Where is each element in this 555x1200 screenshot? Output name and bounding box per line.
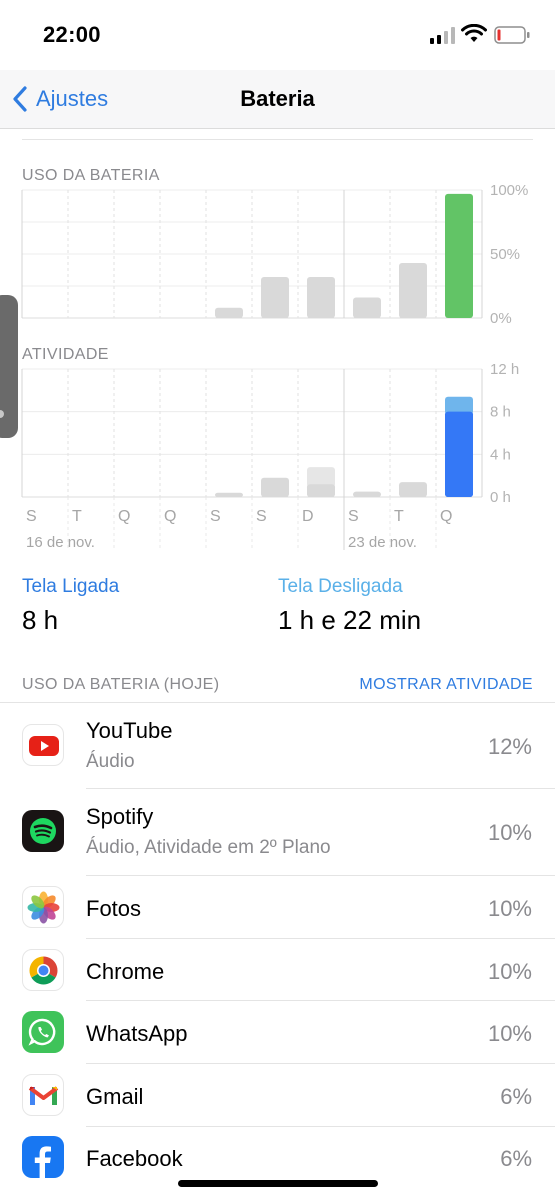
- app-percentage: 6%: [500, 1146, 532, 1171]
- app-name: WhatsApp: [86, 1021, 188, 1046]
- x-day-label: Q: [118, 508, 130, 525]
- show-activity-button[interactable]: MOSTRAR ATIVIDADE: [359, 676, 533, 694]
- screen-off-value: 1 h e 22 min: [278, 605, 422, 635]
- whatsapp-icon: [22, 1011, 64, 1053]
- activity-y-tick-label: 12 h: [490, 361, 519, 378]
- activity-y-tick-label: 8 h: [490, 404, 511, 421]
- facebook-icon: [22, 1136, 64, 1178]
- app-name: Facebook: [86, 1146, 183, 1171]
- x-day-label: S: [26, 508, 37, 525]
- x-day-label: S: [210, 508, 221, 525]
- app-percentage: 10%: [487, 820, 532, 845]
- activity-bar-screen-on: [353, 491, 381, 497]
- battery-bar: [307, 277, 335, 318]
- activity-y-tick-label: 4 h: [490, 446, 511, 463]
- photos-icon: [22, 886, 64, 928]
- youtube-icon: [22, 724, 64, 766]
- activity-bar-screen-on: [399, 482, 427, 497]
- x-day-label: D: [302, 508, 314, 525]
- app-row-chrome[interactable]: Chrome 10%: [0, 939, 555, 1001]
- x-date-label: 23 de nov.: [348, 534, 417, 551]
- app-subtitle: Áudio: [86, 751, 135, 772]
- activity-bar-screen-on: [307, 484, 335, 497]
- battery-bar: [215, 307, 243, 318]
- app-percentage: 10%: [487, 1021, 532, 1046]
- activity-bar-screen-on: [445, 411, 473, 497]
- gmail-icon: [22, 1074, 64, 1116]
- app-row-fotos[interactable]: Fotos 10%: [0, 876, 555, 938]
- screen-on-label: Tela Ligada: [22, 576, 120, 597]
- app-row-spotify[interactable]: Spotify Áudio, Atividade em 2º Plano 10%: [0, 789, 555, 875]
- battery-y-tick-label: 50%: [490, 246, 520, 263]
- battery-bar: [261, 277, 289, 318]
- spotify-icon: [22, 810, 64, 852]
- battery-y-tick-label: 100%: [490, 182, 528, 199]
- x-day-label: T: [72, 508, 82, 525]
- screen-on-value: 8 h: [22, 605, 59, 635]
- activity-bar-screen-on: [261, 477, 289, 497]
- app-name: YouTube: [86, 718, 173, 743]
- x-day-label: T: [394, 508, 404, 525]
- screen-off-label: Tela Desligada: [278, 576, 403, 597]
- usage-today-label: USO DA BATERIA (HOJE): [22, 676, 220, 693]
- x-day-label: Q: [164, 508, 176, 525]
- battery-bar: [445, 193, 473, 318]
- activity-y-tick-label: 0 h: [490, 489, 511, 506]
- app-percentage: 12%: [487, 734, 532, 759]
- battery-y-tick-label: 0%: [490, 310, 512, 327]
- activity-bar-screen-off: [307, 467, 335, 488]
- app-name: Spotify: [86, 804, 154, 829]
- activity-bar-screen-on: [215, 492, 243, 497]
- x-day-label: S: [348, 508, 359, 525]
- app-percentage: 10%: [487, 959, 532, 984]
- chrome-icon: [22, 949, 64, 991]
- x-date-label: 16 de nov.: [26, 534, 95, 551]
- x-day-label: Q: [440, 508, 452, 525]
- app-row-youtube[interactable]: YouTube Áudio 12%: [0, 703, 555, 789]
- battery-charts: 100% 50% 0% 12 h 8 h 4 h 0 h S T Q Q S S D S T Q 16 de no…: [21, 182, 528, 551]
- app-percentage: 10%: [487, 896, 532, 921]
- app-subtitle: Áudio, Atividade em 2º Plano: [86, 837, 331, 858]
- app-name: Fotos: [86, 896, 142, 921]
- home-indicator[interactable]: [178, 1180, 378, 1187]
- app-row-whatsapp[interactable]: WhatsApp 10%: [0, 1001, 555, 1063]
- battery-bar: [353, 297, 381, 318]
- app-row-gmail[interactable]: Gmail 6%: [0, 1064, 555, 1126]
- battery-bar: [399, 262, 427, 318]
- app-name: Chrome: [86, 959, 165, 984]
- app-name: Gmail: [86, 1084, 144, 1109]
- app-percentage: 6%: [500, 1084, 532, 1109]
- x-day-label: S: [256, 508, 267, 525]
